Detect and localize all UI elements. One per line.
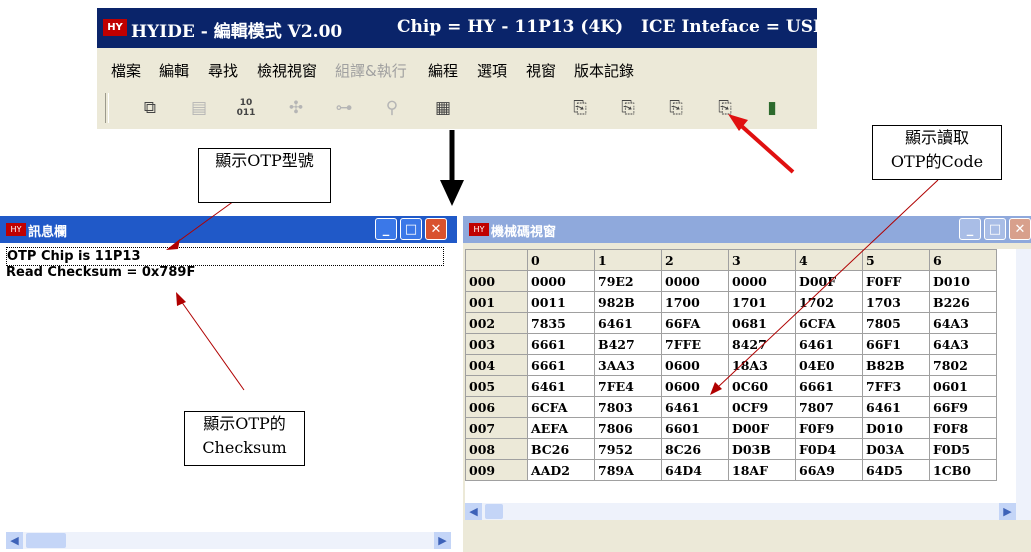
leader-line <box>180 300 245 391</box>
callout-line: 顯示OTP的 <box>203 414 286 433</box>
leader-line <box>175 200 235 244</box>
callout-read-code: 顯示讀取 OTP的Code <box>872 125 1002 180</box>
callout-otp-checksum: 顯示OTP的 Checksum <box>184 411 305 466</box>
leader-line <box>716 179 939 389</box>
red-arrow <box>735 120 795 174</box>
down-arrow-head <box>440 180 464 206</box>
callout-line: OTP的Code <box>890 152 984 171</box>
annotation-overlay <box>166 114 939 395</box>
callout-line: 顯示讀取 <box>904 128 969 147</box>
leader-arrow-head <box>166 239 180 250</box>
callout-line: Checksum <box>202 438 287 457</box>
leader-arrow-head <box>710 382 722 395</box>
leader-arrow-head <box>176 292 186 306</box>
callout-otp-model: 顯示OTP型號 <box>198 148 331 203</box>
